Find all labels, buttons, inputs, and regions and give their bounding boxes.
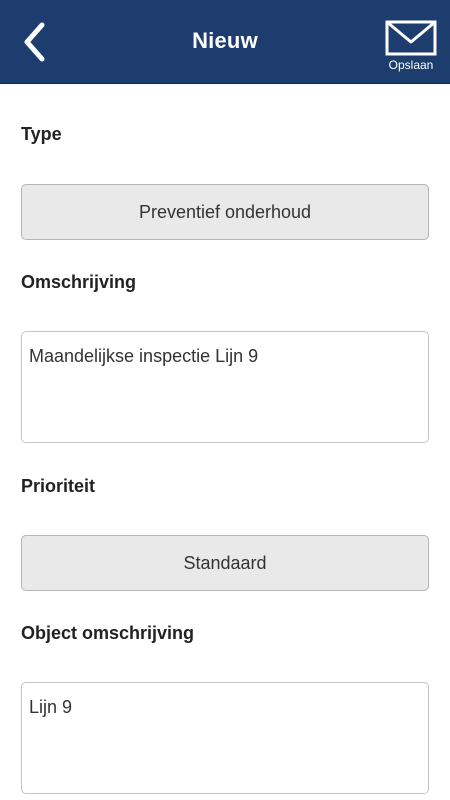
screen: Nieuw Opslaan Type Preventief onderhoud …	[0, 0, 450, 800]
type-label: Type	[21, 124, 62, 144]
omschrijving-field[interactable]: Maandelijkse inspectie Lijn 9	[21, 331, 429, 443]
save-label: Opslaan	[388, 58, 434, 72]
object-omschrijving-field[interactable]: Lijn 9	[21, 682, 429, 794]
prioriteit-label: Prioriteit	[21, 476, 96, 496]
omschrijving-label: Omschrijving	[21, 272, 137, 292]
prioriteit-select[interactable]: Standaard	[21, 535, 429, 591]
save-button[interactable]: Opslaan	[382, 20, 440, 80]
object-omschrijving-label: Object omschrijving	[21, 623, 195, 643]
type-select[interactable]: Preventief onderhoud	[21, 184, 429, 240]
form: Type Preventief onderhoud Omschrijving M…	[0, 84, 450, 800]
envelope-icon	[385, 20, 437, 56]
top-bar: Nieuw Opslaan	[0, 0, 450, 84]
